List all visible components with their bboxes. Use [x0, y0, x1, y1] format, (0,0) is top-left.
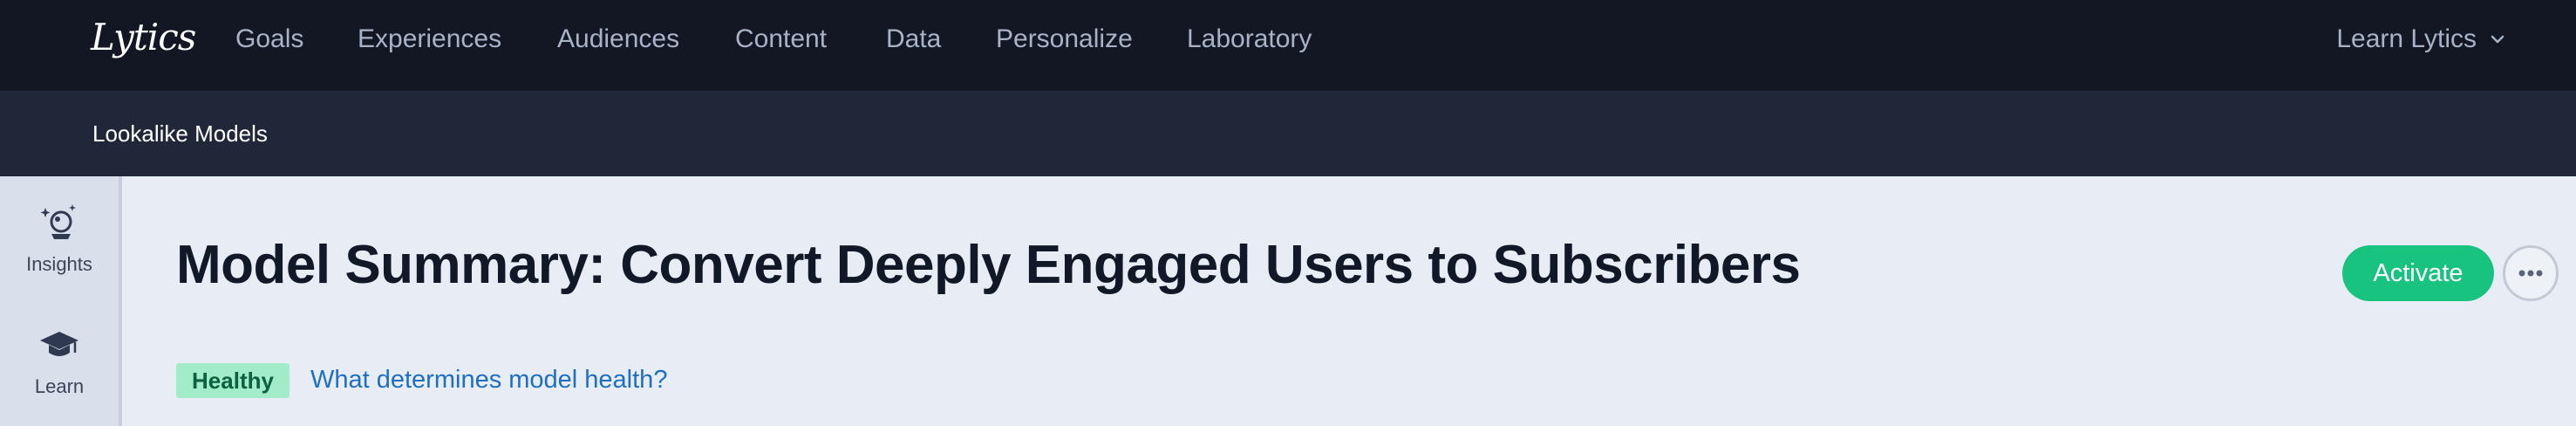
sidebar-label-insights: Insights — [26, 253, 92, 275]
main-content: Model Summary: Convert Deeply Engaged Us… — [122, 176, 2576, 426]
status-badge: Healthy — [176, 363, 290, 398]
page-title: Model Summary: Convert Deeply Engaged Us… — [176, 235, 1801, 295]
sidebar: Insights Learn — [0, 176, 122, 426]
activate-button[interactable]: Activate — [2342, 245, 2494, 301]
sub-navigation: Lookalike Models — [0, 91, 2576, 176]
account-menu[interactable]: Learn Lytics — [2336, 24, 2506, 54]
sidebar-item-learn[interactable]: Learn — [0, 323, 119, 398]
subnav-title[interactable]: Lookalike Models — [92, 120, 268, 148]
model-health-link[interactable]: What determines model health? — [310, 366, 667, 395]
nav-item-goals[interactable]: Goals — [235, 24, 303, 54]
top-navigation: Lytics Goals Experiences Audiences Conte… — [0, 0, 2576, 91]
nav-item-laboratory[interactable]: Laboratory — [1187, 24, 1312, 54]
crystal-ball-icon — [40, 204, 76, 239]
account-label: Learn Lytics — [2336, 24, 2477, 53]
nav-item-personalize[interactable]: Personalize — [996, 24, 1133, 54]
ellipsis-icon — [2518, 270, 2543, 277]
graduation-cap-icon — [40, 332, 78, 356]
nav-item-data[interactable]: Data — [886, 24, 941, 54]
chevron-down-icon — [2491, 35, 2504, 44]
lytics-logo[interactable]: Lytics — [91, 16, 196, 58]
more-options-button[interactable] — [2503, 245, 2559, 301]
sidebar-item-insights[interactable]: Insights — [0, 201, 119, 276]
sidebar-label-learn: Learn — [34, 375, 85, 397]
nav-item-content[interactable]: Content — [735, 24, 827, 54]
nav-item-audiences[interactable]: Audiences — [557, 24, 679, 54]
nav-item-experiences[interactable]: Experiences — [358, 24, 501, 54]
